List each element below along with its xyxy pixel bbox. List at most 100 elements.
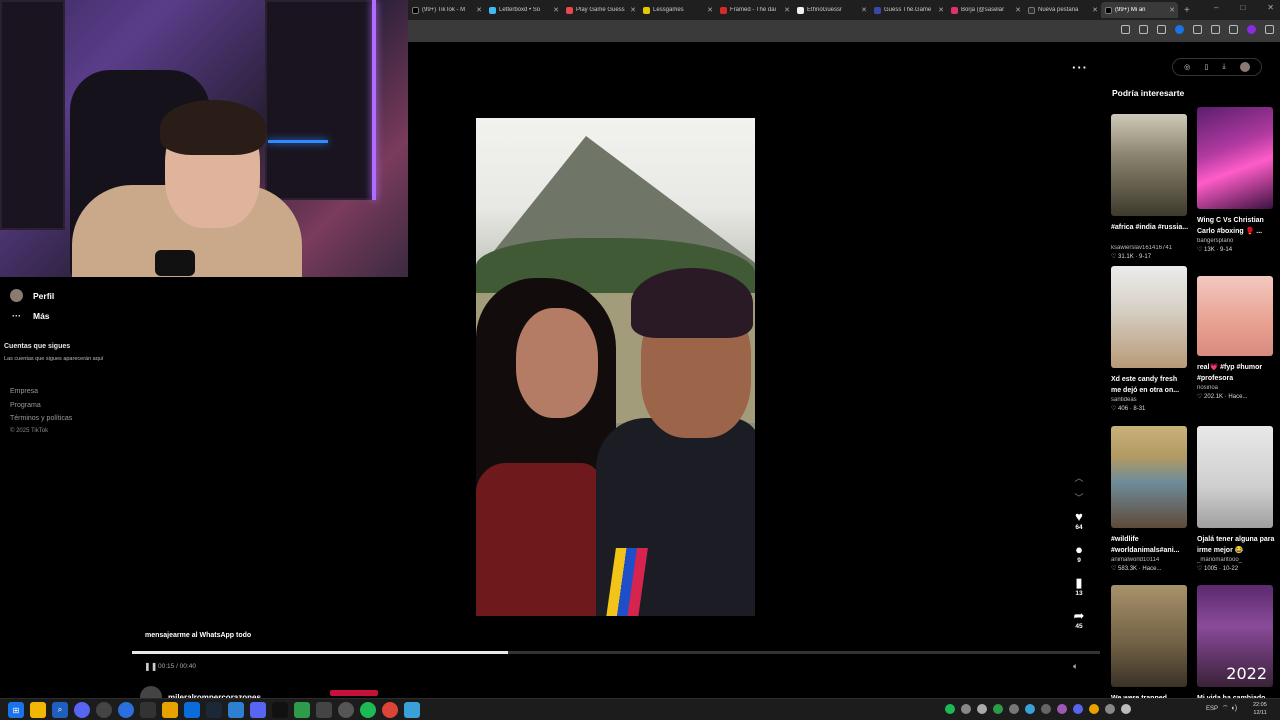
browser-tab[interactable]: Letterboxd • So ✕ [485, 2, 562, 18]
browser-tab[interactable]: (99+) TikTok - M ✕ [408, 2, 485, 18]
profile-icon[interactable] [1247, 25, 1256, 34]
file-explorer-icon[interactable] [30, 702, 46, 718]
app-icon[interactable] [338, 702, 354, 718]
tray-icon[interactable] [945, 704, 955, 714]
footer-link-program[interactable]: Programa [10, 402, 41, 409]
discord-icon[interactable] [250, 702, 266, 718]
steam-icon[interactable] [206, 702, 222, 718]
avatar[interactable] [1239, 62, 1250, 72]
nav-item-profile[interactable]: Perfil [10, 289, 54, 302]
browser-tab[interactable]: Lessgames ✕ [639, 2, 716, 18]
close-icon[interactable]: ✕ [630, 6, 636, 14]
extension-icon[interactable] [1175, 25, 1184, 34]
app-icon[interactable] [294, 702, 310, 718]
browser-tab[interactable]: Nueva pestaña ✕ [1024, 2, 1101, 18]
recommendation-card[interactable]: We were trapped... [1111, 585, 1189, 715]
recommendation-card[interactable]: real💗 #fyp #humor #profesora nosinoa ♡ 2… [1197, 276, 1275, 400]
browser-tab[interactable]: Framed - The dai ✕ [716, 2, 793, 18]
tray-icon[interactable] [1073, 704, 1083, 714]
next-video-button[interactable]: ﹀ [1066, 488, 1092, 506]
close-icon[interactable]: ✕ [1169, 6, 1175, 14]
save-button[interactable]: ▮ 13 [1066, 576, 1092, 598]
recommendation-card[interactable]: #africa #india #russia... ksawierslav161… [1111, 114, 1189, 260]
browser-tab[interactable]: Borja (@saselar ✕ [947, 2, 1024, 18]
compass-icon[interactable]: ◎ [1184, 63, 1190, 71]
tray-icon[interactable] [1041, 704, 1051, 714]
browser-tab[interactable]: Guess The.Game ✕ [870, 2, 947, 18]
more-options-button[interactable]: ··· [1072, 60, 1088, 75]
close-icon[interactable]: ✕ [784, 6, 790, 14]
close-icon[interactable]: ✕ [476, 6, 482, 14]
translate-icon[interactable] [1229, 25, 1238, 34]
tray-icon[interactable] [993, 704, 1003, 714]
share-button[interactable]: ➦ 45 [1066, 609, 1092, 631]
language-indicator[interactable]: ESP [1206, 706, 1218, 712]
app-icon[interactable] [316, 702, 332, 718]
menu-icon[interactable] [1265, 25, 1274, 34]
recommendation-card[interactable]: 2022 Mi vida ha cambiado... [1197, 585, 1275, 715]
app-icon[interactable] [162, 702, 178, 718]
footer-link-terms[interactable]: Términos y políticas [10, 415, 72, 422]
recommendation-card[interactable]: Ojalá tener alguna para irme mejor 😂 _ma… [1197, 426, 1275, 572]
phone-icon[interactable]: ▯ [1204, 63, 1208, 71]
download-icon[interactable]: ⤓ [1223, 63, 1226, 71]
video-player[interactable] [476, 118, 755, 616]
chevron-up-icon: ︿ [1074, 473, 1084, 483]
close-icon[interactable]: ✕ [938, 6, 944, 14]
browser-tab[interactable]: EthnoGuessr ✕ [793, 2, 870, 18]
browser-tab[interactable]: Play Game Guess ✕ [562, 2, 639, 18]
close-icon[interactable]: ✕ [553, 6, 559, 14]
recommendation-card[interactable]: #wildlife #worldanimals#ani... animalwor… [1111, 426, 1189, 572]
recommendation-card[interactable]: Xd este candy fresh me dejó en otra on..… [1111, 266, 1189, 412]
tray-icon[interactable] [1105, 704, 1115, 714]
close-icon[interactable]: ✕ [861, 6, 867, 14]
tray-icon[interactable] [1121, 704, 1131, 714]
tray-icon[interactable] [977, 704, 987, 714]
tray-icon[interactable] [1089, 704, 1099, 714]
pin-icon[interactable] [1211, 25, 1220, 34]
close-icon[interactable]: ✕ [707, 6, 713, 14]
previous-video-button[interactable]: ︿ [1066, 468, 1092, 486]
tray-icon[interactable] [1009, 704, 1019, 714]
minimize-button[interactable]: – [1214, 3, 1218, 12]
follow-button[interactable] [330, 690, 378, 696]
clock[interactable]: 22:05 12/11 [1253, 701, 1267, 717]
recommendation-thumbnail [1197, 276, 1273, 356]
app-icon[interactable] [184, 702, 200, 718]
app-icon[interactable] [96, 702, 112, 718]
app-icon[interactable] [140, 702, 156, 718]
recommendation-card[interactable]: Wing C Vs Christian Carlo #boxing 🥊 ... … [1197, 107, 1275, 253]
progress-bar[interactable] [132, 651, 1100, 654]
tray-icon[interactable] [1025, 704, 1035, 714]
chrome-icon[interactable] [382, 702, 398, 718]
network-volume-icons[interactable]: ⌔ ◖) [1222, 704, 1237, 713]
app-icon[interactable] [74, 702, 90, 718]
puzzle-icon[interactable] [1193, 25, 1202, 34]
volume-icon[interactable]: 🔈︎ [1073, 661, 1078, 672]
app-icon[interactable] [118, 702, 134, 718]
spotify-icon[interactable] [360, 702, 376, 718]
like-button[interactable]: ♥ 64 [1066, 510, 1092, 532]
address-bar[interactable] [408, 20, 1280, 42]
browser-tab-active[interactable]: (99+) Mi an ✕ [1101, 2, 1178, 18]
tray-icon[interactable] [961, 704, 971, 714]
close-window-button[interactable]: ✕ [1267, 3, 1274, 12]
key-icon[interactable] [1139, 25, 1148, 34]
comment-button[interactable]: ● 9 [1066, 543, 1092, 565]
pause-icon[interactable]: ❚❚ [144, 662, 157, 671]
nav-item-more[interactable]: ··· Más [10, 311, 50, 321]
app-icon[interactable] [404, 702, 420, 718]
windows-start-icon[interactable]: ⊞ [8, 702, 24, 718]
install-icon[interactable] [1121, 25, 1130, 34]
tiktok-icon[interactable] [272, 702, 288, 718]
footer-link-company[interactable]: Empresa [10, 388, 38, 395]
search-icon[interactable]: ⌕ [52, 702, 68, 718]
close-icon[interactable]: ✕ [1092, 6, 1098, 14]
star-icon[interactable] [1157, 25, 1166, 34]
new-tab-button[interactable]: + [1184, 5, 1190, 16]
tray-icon[interactable] [1057, 704, 1067, 714]
maximize-button[interactable]: □ [1240, 3, 1245, 12]
shelf [0, 0, 65, 230]
close-icon[interactable]: ✕ [1015, 6, 1021, 14]
app-icon[interactable] [228, 702, 244, 718]
